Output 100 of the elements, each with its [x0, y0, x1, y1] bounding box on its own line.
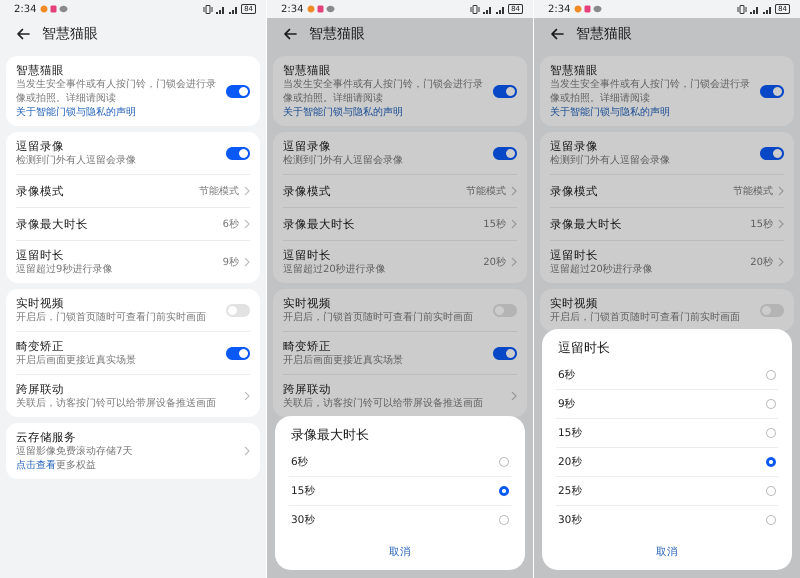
signal-icon — [228, 4, 240, 14]
vibrate-icon — [203, 4, 214, 14]
setting-description: 逗留超过20秒进行录像 — [283, 263, 386, 277]
chevron-icon — [244, 446, 250, 456]
setting-description: 当发生安全事件或有人按门铃，门锁会进行录像或拍照。详细请阅读 关于智能门锁与隐私的声明 — [283, 78, 484, 120]
link[interactable]: 点击查看 — [16, 460, 56, 471]
chat-icon — [326, 5, 336, 13]
dialog-title: 逗留时长 — [557, 340, 611, 358]
setting-title: 录像最大时长 — [283, 216, 355, 232]
status-time: 2:34 — [14, 4, 36, 14]
chevron-icon — [778, 219, 784, 229]
setting-title: 逗留时长 — [550, 247, 598, 263]
toggle-switch[interactable] — [760, 304, 784, 316]
status-time: 2:34 — [548, 4, 570, 14]
setting-title: 逗留时长 — [283, 247, 331, 263]
setting-title: 云存储服务 — [16, 429, 76, 445]
chevron-icon — [511, 186, 517, 196]
setting-title: 录像模式 — [550, 183, 598, 199]
setting-value: 15秒 — [750, 218, 773, 231]
toggle-switch[interactable] — [493, 146, 517, 160]
toggle-switch[interactable] — [760, 146, 784, 160]
link[interactable]: 关于智能门锁与隐私的声明 — [283, 107, 403, 118]
setting-title: 实时视频 — [16, 295, 64, 311]
back-icon[interactable] — [16, 28, 30, 40]
toggle-switch[interactable] — [493, 84, 517, 98]
option-item[interactable]: 30秒 — [556, 505, 778, 534]
setting-title: 逗留录像 — [16, 138, 64, 154]
chevron-icon — [778, 186, 784, 196]
setting-title: 录像最大时长 — [550, 216, 622, 232]
link[interactable]: 关于智能门锁与隐私的声明 — [550, 107, 670, 118]
setting-value: 节能模式 — [199, 184, 239, 198]
setting-title: 畸变矫正 — [16, 338, 64, 354]
signal-icon — [495, 4, 506, 14]
setting-title: 逗留录像 — [283, 138, 331, 154]
cancel-button[interactable]: 取消 — [636, 534, 698, 570]
cancel-button[interactable]: 取消 — [369, 534, 431, 570]
setting-title: 畸变矫正 — [283, 338, 331, 354]
signal-icon — [762, 4, 774, 14]
dialog-title: 录像最大时长 — [290, 427, 370, 445]
toggle-switch[interactable] — [226, 346, 250, 360]
setting-description: 检测到门外有人逗留会录像 — [16, 154, 136, 168]
chevron-icon — [511, 219, 517, 229]
signal-icon — [749, 4, 760, 14]
setting-description: 逗留影像免费滚动存储7天 点击查看更多权益 — [16, 445, 132, 473]
option-item[interactable]: 6秒 — [556, 361, 778, 389]
setting-value: 节能模式 — [466, 184, 506, 198]
toggle-switch[interactable] — [760, 84, 784, 98]
toggle-switch[interactable] — [226, 304, 250, 316]
vibrate-icon — [737, 4, 748, 14]
setting-value: 6秒 — [222, 218, 239, 231]
setting-title: 智慧猫眼 — [550, 62, 598, 78]
setting-title: 跨屏联动 — [283, 381, 331, 397]
setting-title: 实时视频 — [283, 295, 331, 311]
toggle-switch[interactable] — [493, 304, 517, 316]
chevron-icon — [244, 257, 250, 267]
setting-description: 逗留超过9秒进行录像 — [16, 263, 112, 277]
setting-title: 智慧猫眼 — [283, 62, 331, 78]
setting-title: 录像模式 — [283, 183, 331, 199]
setting-description: 检测到门外有人逗留会录像 — [283, 154, 403, 168]
option-item[interactable]: 15秒 — [556, 418, 778, 447]
setting-description: 逗留超过20秒进行录像 — [550, 263, 653, 277]
setting-value: 15秒 — [483, 218, 506, 231]
option-item[interactable]: 9秒 — [556, 389, 778, 418]
option-item[interactable]: 25秒 — [556, 476, 778, 505]
option-item[interactable]: 15秒 — [289, 476, 511, 505]
chat-icon — [593, 5, 602, 13]
setting-value: 9秒 — [222, 256, 239, 269]
setting-title: 智慧猫眼 — [16, 62, 64, 78]
setting-title: 逗留录像 — [550, 138, 598, 154]
toggle-switch[interactable] — [226, 146, 250, 160]
signal-icon — [215, 4, 226, 14]
chevron-icon — [244, 391, 250, 401]
option-item[interactable]: 6秒 — [289, 448, 511, 476]
setting-value: 20秒 — [483, 256, 506, 269]
status-time: 2:34 — [281, 4, 304, 14]
setting-title: 跨屏联动 — [16, 381, 64, 397]
setting-description: 开启后画面更接近真实场景 — [16, 354, 136, 368]
chevron-icon — [511, 391, 517, 401]
toggle-switch[interactable] — [493, 346, 517, 360]
option-item[interactable]: 20秒 — [556, 447, 778, 476]
chevron-icon — [511, 257, 517, 267]
setting-description: 开启后，门锁首页随时可查看门前实时画面 — [16, 311, 206, 325]
setting-value: 20秒 — [750, 256, 773, 269]
setting-description: 开启后，门锁首页随时可查看门前实时画面 — [550, 311, 740, 325]
setting-description: 关联后，访客按门铃可以给带屏设备推送画面 — [16, 397, 216, 411]
setting-description: 关联后，访客按门铃可以给带屏设备推送画面 — [283, 397, 483, 411]
setting-title: 录像模式 — [16, 183, 64, 199]
setting-description: 检测到门外有人逗留会录像 — [550, 154, 670, 168]
setting-title: 录像最大时长 — [16, 216, 88, 232]
setting-title: 实时视频 — [550, 295, 598, 311]
toggle-switch[interactable] — [226, 84, 250, 98]
back-icon[interactable] — [550, 28, 564, 40]
option-item[interactable]: 30秒 — [289, 505, 511, 534]
page-title: 智慧猫眼 — [309, 25, 365, 43]
setting-description: 开启后，门锁首页随时可查看门前实时画面 — [283, 311, 473, 325]
link[interactable]: 关于智能门锁与隐私的声明 — [16, 107, 136, 118]
setting-description: 当发生安全事件或有人按门铃，门锁会进行录像或拍照。详细请阅读 关于智能门锁与隐私的声明 — [550, 78, 751, 120]
back-icon[interactable] — [283, 28, 297, 40]
chevron-icon — [244, 219, 250, 229]
setting-value: 节能模式 — [733, 184, 773, 198]
